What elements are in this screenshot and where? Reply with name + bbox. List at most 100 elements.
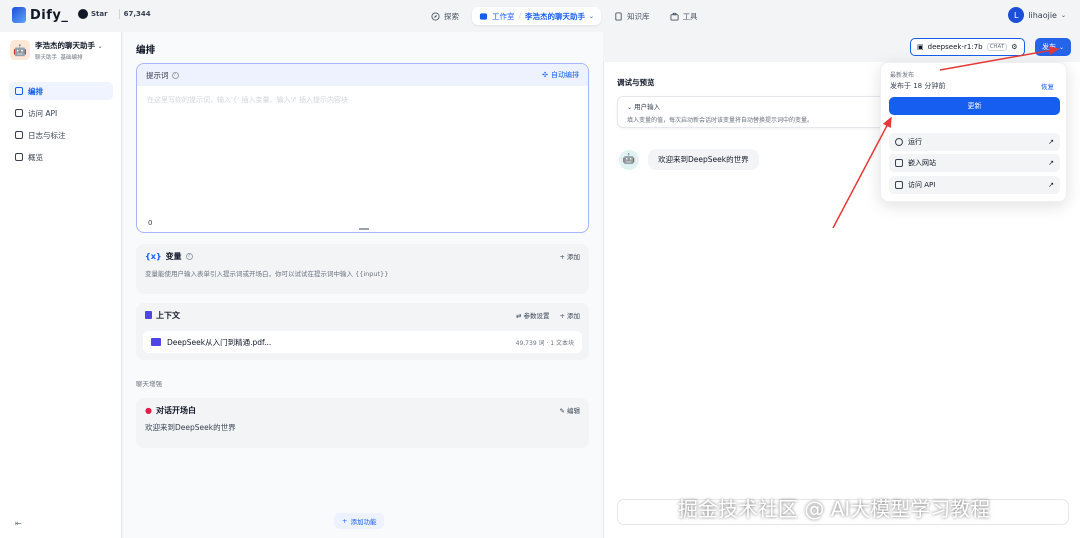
- help-icon[interactable]: ?: [171, 71, 179, 79]
- embed-site-item[interactable]: 嵌入网站 ↗: [889, 154, 1060, 172]
- app-name: 李浩杰的聊天助手 ⌄: [35, 41, 103, 50]
- user-input-title: ⌄ 用户输入: [627, 103, 661, 111]
- watermark: 掘金技术社区 @ AI大模型学习教程: [678, 497, 991, 521]
- nav-knowledge[interactable]: 知识库: [607, 7, 657, 25]
- book-icon: [615, 11, 622, 21]
- github-star-label: Star: [91, 10, 108, 18]
- publish-button[interactable]: 发布 ⌄: [1035, 38, 1072, 56]
- page-title: 编排: [136, 45, 156, 56]
- main-nav: 探索 工作室 / 李浩杰的聊天助手 ⌄ 知识库 工具: [424, 7, 705, 25]
- user-menu[interactable]: L lihaojie ⌄: [1008, 7, 1066, 23]
- github-star-count: 67,344: [118, 9, 155, 19]
- resize-handle[interactable]: [359, 228, 369, 230]
- user-input-desc: 填入变量的值，每次启动新会话时该变量将自动替换提示词中的变量。: [627, 117, 814, 124]
- app-type: 聊天助手: [35, 55, 58, 61]
- access-api-item[interactable]: 访问 API ↗: [889, 176, 1060, 194]
- dify-logo[interactable]: Dify_: [12, 7, 68, 23]
- nav-app-selector[interactable]: 李浩杰的聊天助手: [525, 11, 585, 22]
- run-app-item[interactable]: 运行 ↗: [889, 133, 1060, 151]
- context-doc-row[interactable]: DeepSeek从入门到精通.pdf... 49,739 词 · 1 文本块: [143, 331, 582, 353]
- add-context-button[interactable]: + 添加: [559, 310, 580, 320]
- prompt-placeholder[interactable]: 在这里写你的提示词，输入'{' 插入变量、输入'/' 插入提示内容块: [147, 95, 348, 105]
- params-button[interactable]: ⇄ 参数设置: [516, 310, 550, 320]
- opening-text: 欢迎来到DeepSeek的世界: [145, 423, 236, 432]
- user-input-card[interactable]: ⌄ 用户输入 填入变量的值，每次启动新会话时该变量将自动替换提示词中的变量。: [617, 96, 887, 128]
- app-switcher[interactable]: 🤖 李浩杰的聊天助手 ⌄ 聊天助手 基础编排: [10, 40, 103, 61]
- collapse-sidebar-icon[interactable]: ⇤: [15, 519, 22, 528]
- chevron-down-icon: ⌄: [1059, 43, 1065, 51]
- user-avatar: L: [1008, 7, 1025, 23]
- toolbox-icon: [670, 12, 679, 21]
- add-variable-button[interactable]: + 添加: [559, 251, 580, 261]
- nav-explore[interactable]: 探索: [424, 7, 466, 25]
- sidebar-item-overview[interactable]: 概览: [9, 148, 113, 166]
- folder-icon: [151, 338, 161, 346]
- opening-panel: ● 对话开场白 ✎ 编辑 欢迎来到DeepSeek的世界: [136, 398, 589, 448]
- settings-sliders-icon: ⚙: [1011, 43, 1018, 51]
- model-selector[interactable]: ▣ deepseek-r1:7b CHAT ⚙: [910, 38, 1025, 56]
- chevron-down-icon: ⌄: [97, 43, 103, 50]
- nav-studio[interactable]: 工作室 / 李浩杰的聊天助手 ⌄: [472, 7, 602, 25]
- preview-title: 调试与预览: [617, 78, 655, 87]
- model-tag: CHAT: [986, 43, 1008, 51]
- opening-title: ● 对话开场白: [145, 405, 196, 415]
- prompt-char-count: 0: [148, 219, 153, 227]
- github-icon: [78, 9, 88, 19]
- sidebar-item-label: 访问 API: [28, 108, 58, 118]
- document-icon: [895, 181, 903, 189]
- app-avatar: 🤖: [10, 40, 30, 60]
- update-button[interactable]: 更新: [889, 97, 1060, 115]
- chevron-down-icon: ⌄: [1060, 11, 1066, 19]
- variables-title: {x} 变量 ?: [145, 251, 193, 262]
- publish-dropdown: 最新发布 发布于 18 分钟前 恢复 更新 运行 ↗ 嵌入网站 ↗ 访问 API…: [880, 62, 1067, 202]
- sidebar-item-label: 概览: [28, 152, 43, 162]
- bot-avatar: 🤖: [619, 149, 639, 170]
- nav-tools[interactable]: 工具: [663, 7, 705, 25]
- embed-icon: [895, 159, 903, 167]
- sidebar-item-api[interactable]: 访问 API: [9, 104, 113, 122]
- orchestrate-icon: [15, 87, 23, 95]
- user-name: lihaojie: [1028, 10, 1057, 20]
- publish-time: 发布于 18 分钟前: [890, 82, 946, 90]
- variables-description: 变量能使用户输入表单引入提示词或开场白，你可以试试在提示词中输入 {{input…: [145, 270, 389, 278]
- model-name: deepseek-r1:7b: [927, 43, 983, 51]
- play-icon: [895, 138, 903, 146]
- sidebar-item-orchestrate[interactable]: 编排: [9, 82, 113, 100]
- auto-generate-button[interactable]: ✣ 自动编排: [542, 70, 579, 80]
- app-mode: 基础编排: [60, 55, 83, 61]
- doc-name: DeepSeek从入门到精通.pdf...: [167, 337, 272, 347]
- add-feature-button[interactable]: + 添加功能: [334, 513, 385, 529]
- embed-site-label: 嵌入网站: [908, 159, 936, 167]
- help-icon[interactable]: ?: [185, 252, 193, 260]
- sparkle-icon: ✣: [542, 71, 548, 79]
- enhance-section-label: 聊天增强: [136, 380, 162, 388]
- access-api-label: 访问 API: [908, 181, 936, 189]
- external-link-icon: ↗: [1048, 159, 1054, 167]
- plus-icon: +: [342, 517, 348, 525]
- latest-publish-label: 最新发布: [890, 72, 915, 79]
- sidebar: 🤖 李浩杰的聊天助手 ⌄ 聊天助手 基础编排 编排 访问 API 日志与标注 概…: [0, 32, 122, 538]
- model-icon: ▣: [917, 43, 924, 51]
- overview-icon: [15, 153, 23, 161]
- doc-meta: 49,739 词 · 1 文本块: [515, 339, 574, 347]
- external-link-icon: ↗: [1048, 138, 1054, 146]
- github-star-button[interactable]: Star 67,344: [78, 9, 155, 19]
- sidebar-item-label: 编排: [28, 86, 43, 96]
- dify-logo-icon: [12, 7, 26, 23]
- prompt-label: 提示词 ?: [146, 70, 179, 81]
- nav-studio-label: 工作室: [492, 11, 515, 21]
- edit-opening-button[interactable]: ✎ 编辑: [559, 405, 580, 415]
- compass-icon: [431, 11, 440, 21]
- bot-message-row: 🤖 欢迎来到DeepSeek的世界: [619, 149, 759, 170]
- sidebar-item-label: 日志与标注: [28, 130, 66, 140]
- prompt-header: 提示词 ? ✣ 自动编排: [137, 64, 588, 86]
- sidebar-item-logs[interactable]: 日志与标注: [9, 126, 113, 144]
- context-panel: 上下文 ⇄ 参数设置 + 添加 DeepSeek从入门到精通.pdf... 49…: [136, 303, 589, 360]
- nav-separator: /: [518, 11, 522, 21]
- prompt-editor[interactable]: 提示词 ? ✣ 自动编排 在这里写你的提示词，输入'{' 插入变量、输入'/' …: [136, 63, 589, 233]
- studio-icon: [479, 12, 488, 20]
- orchestration-panel: 编排 提示词 ? ✣ 自动编排 在这里写你的提示词，输入'{' 插入变量、输入'…: [123, 32, 603, 538]
- restore-button[interactable]: 恢复: [1041, 81, 1054, 91]
- app-subtitle: 聊天助手 基础编排: [35, 53, 103, 61]
- variable-icon: {x}: [145, 251, 162, 261]
